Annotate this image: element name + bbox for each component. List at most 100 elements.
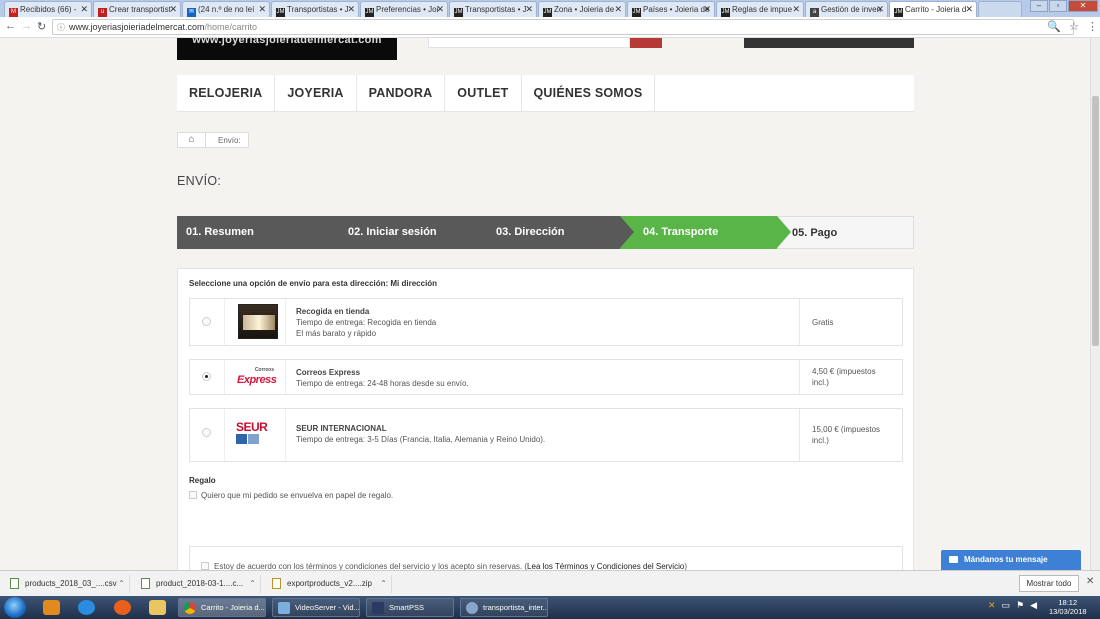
back-arrow-icon[interactable]: ← (5, 20, 16, 32)
cart-button[interactable] (744, 38, 914, 48)
menu-dots-icon[interactable]: ⋮ (1087, 20, 1098, 33)
close-tab-icon[interactable]: ✕ (169, 4, 177, 15)
media-player-icon[interactable] (36, 598, 66, 617)
gift-title: Regalo (189, 476, 216, 485)
step-arrow (777, 216, 791, 248)
search-input[interactable] (428, 38, 630, 48)
step-resumen[interactable]: 01. Resumen (177, 216, 324, 249)
close-tab-icon[interactable]: ✕ (258, 4, 266, 15)
url-input[interactable]: ⓘ www.joyeriasjoieriadelmercat.com/home/… (52, 19, 1074, 35)
browser-tab[interactable]: ✉ (24 n.º de no leí ✕ (182, 1, 270, 17)
taskbar: Carrito - Joieria d... VideoServer - Vid… (0, 596, 1100, 619)
breadcrumb: ⌂ Envío: (177, 132, 249, 148)
system-clock[interactable]: 18:12 13/03/2018 (1049, 598, 1087, 616)
option-price: 15,00 € (impuestos incl.) (812, 425, 881, 445)
bookmark-star-icon[interactable]: ☆ (1069, 20, 1079, 33)
terms-box: Estoy de acuerdo con los términos y cond… (189, 546, 903, 570)
terms-link[interactable]: Lea los Términos y Condiciones del Servi… (527, 562, 684, 570)
gift-wrap-checkbox[interactable] (189, 491, 197, 499)
home-icon[interactable]: ⌂ (178, 133, 206, 147)
download-item[interactable]: products_2018_03_....csv ⌃ (0, 575, 130, 593)
close-tab-icon[interactable]: ✕ (792, 4, 800, 15)
browser-tab[interactable]: u Crear transportist ✕ (93, 1, 181, 17)
folder-icon[interactable] (142, 598, 172, 617)
shipping-option-store[interactable]: Recogida en tienda Tiempo de entrega: Re… (189, 298, 903, 346)
chat-button[interactable]: Mándanos tu mensaje (941, 550, 1081, 570)
zip-file-icon (272, 578, 281, 589)
internet-explorer-icon[interactable] (71, 598, 101, 617)
chevron-up-icon[interactable]: ⌃ (118, 575, 125, 593)
browser-tab[interactable]: JM Reglas de impue ✕ (716, 1, 804, 17)
nav-item-pandora[interactable]: PANDORA (357, 75, 446, 111)
new-tab-button[interactable] (978, 1, 1022, 17)
close-downloads-icon[interactable]: ✕ (1086, 576, 1094, 587)
browser-tab-strip: M Recibidos (66) - ✕ u Crear transportist ✕… (0, 0, 1100, 17)
close-tab-icon[interactable]: ✕ (876, 4, 884, 15)
firefox-icon[interactable] (107, 598, 137, 617)
chevron-up-icon[interactable]: ⌃ (380, 575, 387, 593)
shipping-option-seur[interactable]: SEUR SEUR INTERNACIONAL Tiempo de entreg… (189, 408, 903, 462)
jm-icon: JM (543, 8, 552, 17)
gift-wrap-label: Quiero que mi pedido se envuelva en pape… (201, 491, 394, 500)
radio-seur-internacional[interactable] (202, 428, 211, 437)
taskbar-image-viewer[interactable]: transportista_inter... (460, 598, 548, 617)
nav-item-outlet[interactable]: OUTLET (445, 75, 522, 111)
option-delivery-time: Tiempo de entrega: Recogida en tienda (296, 318, 437, 327)
page-scrollbar[interactable] (1090, 38, 1100, 570)
browser-tab[interactable]: JM Transportistas • J ✕ (449, 1, 537, 17)
zoom-icon[interactable]: 🔍 (1047, 20, 1061, 33)
close-tab-icon[interactable]: ✕ (525, 4, 533, 15)
option-price: Gratis (812, 317, 834, 327)
chat-icon (949, 556, 958, 563)
close-tab-icon[interactable]: ✕ (614, 4, 622, 15)
browser-tab[interactable]: JM Países • Joieria de ✕ (627, 1, 715, 17)
flag-icon[interactable]: ⚑ (1016, 600, 1024, 611)
step-iniciar-sesion[interactable]: 02. Iniciar sesión (324, 216, 472, 249)
taskbar-smartpss[interactable]: SmartPSS (366, 598, 454, 617)
radio-correos-express[interactable] (202, 372, 211, 381)
scrollbar-thumb[interactable] (1092, 96, 1099, 346)
address-bar: ← → ↻ ⓘ www.joyeriasjoieriadelmercat.com… (0, 17, 1100, 38)
taskbar-chrome[interactable]: Carrito - Joieria d... (178, 598, 266, 617)
jm-icon: JM (632, 8, 641, 17)
browser-tab[interactable]: M Recibidos (66) - ✕ (4, 1, 92, 17)
close-tab-icon[interactable]: ✕ (347, 4, 355, 15)
close-tab-icon[interactable]: ✕ (965, 4, 973, 15)
alert-icon[interactable]: ✕ (988, 600, 996, 611)
minimize-icon[interactable]: – (1030, 0, 1048, 12)
jm-icon: JM (721, 8, 730, 17)
download-item[interactable]: exportproducts_v2....zip ⌃ (262, 575, 392, 593)
taskbar-videoserver[interactable]: VideoServer - Vid... (272, 598, 360, 617)
nav-item-relojeria[interactable]: RELOJERIA (177, 75, 276, 111)
browser-tab-active[interactable]: JM Carrito - Joieria d ✕ (889, 1, 977, 17)
browser-tab[interactable]: JM Transportistas • J ✕ (271, 1, 359, 17)
terms-checkbox[interactable] (201, 562, 209, 570)
shipping-heading: Seleccione una opción de envío para esta… (189, 279, 438, 288)
chevron-up-icon[interactable]: ⌃ (249, 575, 256, 593)
radio-store-pickup[interactable] (202, 317, 211, 326)
close-tab-icon[interactable]: ✕ (703, 4, 711, 15)
close-window-icon[interactable]: ✕ (1068, 0, 1098, 12)
reload-icon[interactable]: ↻ (37, 20, 46, 33)
site-logo[interactable]: www.joyeriasjoieriadelmercat.com (177, 38, 397, 60)
browser-tab[interactable]: JM Preferencias • Joi ✕ (360, 1, 448, 17)
search-button[interactable] (630, 38, 662, 48)
csv-file-icon (10, 578, 19, 589)
forward-arrow-icon[interactable]: → (21, 20, 32, 32)
close-tab-icon[interactable]: ✕ (436, 4, 444, 15)
nav-item-quienes-somos[interactable]: QUIÉNES SOMOS (522, 75, 656, 111)
maximize-icon[interactable]: ▫ (1049, 0, 1067, 12)
download-item[interactable]: product_2018-03-1....c... ⌃ (131, 575, 261, 593)
close-tab-icon[interactable]: ✕ (80, 4, 88, 15)
show-all-downloads-button[interactable]: Mostrar todo (1019, 575, 1079, 592)
browser-tab[interactable]: JM Zona • Joieria de ✕ (538, 1, 626, 17)
breadcrumb-current: Envío: (218, 135, 241, 145)
network-icon[interactable]: ▭ (1002, 600, 1011, 611)
start-button[interactable] (4, 597, 26, 618)
shipping-option-correos[interactable]: Correos Express Correos Express Tiempo d… (189, 359, 903, 395)
option-name: Recogida en tienda (296, 307, 370, 316)
volume-icon[interactable]: ◀ (1030, 600, 1037, 611)
nav-item-joyeria[interactable]: JOYERIA (275, 75, 357, 111)
browser-tab[interactable]: a Gestión de inven ✕ (805, 1, 888, 17)
step-direccion[interactable]: 03. Dirección (472, 216, 620, 249)
